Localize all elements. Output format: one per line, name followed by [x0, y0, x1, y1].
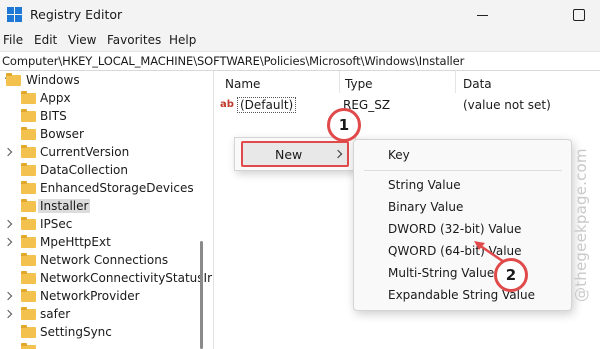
tree-node-label: Network Connections [40, 253, 169, 267]
menu-help[interactable]: Help [169, 33, 196, 47]
value-data: (value not set) [463, 98, 551, 112]
tree-node-ipsec[interactable]: IPSec [0, 216, 200, 234]
menu-favorites[interactable]: Favorites [107, 33, 161, 47]
tree-node-networkprovider[interactable]: NetworkProvider [0, 288, 200, 306]
menu-file[interactable]: File [3, 33, 23, 47]
tree-node-currentversion[interactable]: CurrentVersion [0, 144, 200, 162]
tree-node-label: CurrentVersion [40, 145, 130, 159]
window-title: Registry Editor [30, 7, 123, 22]
key-tree-pane[interactable]: Windows Appx BITS Bowser CurrentVersion … [0, 71, 214, 349]
tree-node-safer[interactable]: safer [0, 306, 200, 324]
folder-icon [21, 91, 36, 104]
column-separator[interactable] [339, 71, 340, 93]
menu-view[interactable]: View [68, 33, 96, 47]
column-separator[interactable] [455, 71, 456, 93]
tree-node-network-connections[interactable]: Network Connections [0, 252, 200, 270]
watermark: @thegeekpage.com [572, 148, 590, 302]
chevron-right-icon[interactable] [3, 147, 13, 157]
registry-editor-app-icon [7, 7, 23, 23]
tree-node-label: EnhancedStorageDevices [40, 181, 194, 195]
chevron-right-icon[interactable] [3, 237, 13, 247]
folder-icon [21, 145, 36, 158]
column-header-name[interactable]: Name [225, 77, 260, 91]
tree-node-installer[interactable]: Installer [0, 198, 200, 216]
tree-node-enhancedstoragedevices[interactable]: EnhancedStorageDevices [0, 180, 200, 198]
context-menu-new-label: New [275, 147, 303, 162]
folder-icon [21, 307, 36, 320]
step-2-callout: 2 [494, 258, 528, 292]
tree-node-label: Appx [40, 91, 71, 105]
tree-node-label: NetworkProvider [40, 289, 140, 303]
tree-node-label: BITS [40, 109, 67, 123]
chevron-right-icon[interactable] [3, 291, 13, 301]
new-submenu: Key String Value Binary Value DWORD (32-… [353, 139, 572, 311]
folder-icon [21, 109, 36, 122]
tree-node-bits[interactable]: BITS [0, 108, 200, 126]
tree-node-label: IPSec [40, 217, 73, 231]
tree-scrollbar[interactable] [200, 241, 203, 349]
folder-icon [21, 199, 36, 212]
address-path[interactable]: Computer\HKEY_LOCAL_MACHINE\SOFTWARE\Pol… [2, 54, 464, 68]
folder-icon [21, 217, 36, 230]
tree-node-settingsync[interactable]: SettingSync [0, 324, 200, 342]
menu-bar: File Edit View Favorites Help [0, 30, 600, 51]
tree-node-windows[interactable]: Windows [0, 72, 200, 90]
folder-icon [21, 289, 36, 302]
title-bar: Registry Editor [0, 0, 600, 30]
tree-node-label: safer [40, 307, 71, 321]
folder-icon [21, 127, 36, 140]
context-menu-new[interactable]: New [241, 141, 349, 167]
step-1-callout: 1 [327, 108, 361, 142]
tree-node-label: Bowser [40, 127, 84, 141]
folder-icon [21, 253, 36, 266]
tree-node-networkconnectivitystatus[interactable]: NetworkConnectivityStatusIr [0, 270, 212, 288]
string-value-icon: ab [220, 99, 234, 110]
minimize-button[interactable] [460, 0, 506, 30]
value-name[interactable]: (Default) [237, 97, 297, 113]
folder-icon [21, 343, 36, 349]
submenu-multi-string-value[interactable]: Multi-String Value [388, 266, 494, 280]
chevron-right-icon[interactable] [3, 219, 13, 229]
tree-node-label: DataCollection [40, 163, 129, 177]
submenu-dword-value[interactable]: DWORD (32-bit) Value [388, 222, 521, 236]
tree-node-mpehttpext[interactable]: MpeHttpExt [0, 234, 200, 252]
tree-node-label: Installer [38, 199, 91, 213]
tree-node-label: SettingSync [40, 325, 112, 339]
chevron-right-icon[interactable] [3, 309, 13, 319]
tree-node-partial[interactable] [0, 342, 200, 349]
context-menu: New [234, 137, 356, 171]
tree-node-label: NetworkConnectivityStatusIr [40, 271, 213, 285]
tree-node-bowser[interactable]: Bowser [0, 126, 200, 144]
folder-icon [21, 163, 36, 176]
value-row-default[interactable]: ab (Default) REG_SZ (value not set) [215, 95, 600, 114]
folder-icon [21, 271, 36, 284]
folder-icon [21, 235, 36, 248]
folder-icon [21, 181, 36, 194]
submenu-key[interactable]: Key [388, 148, 410, 162]
column-header-data[interactable]: Data [463, 77, 492, 91]
submenu-string-value[interactable]: String Value [388, 178, 461, 192]
column-header-type[interactable]: Type [345, 77, 373, 91]
folder-icon [6, 73, 21, 86]
maximize-button[interactable] [554, 0, 600, 30]
submenu-binary-value[interactable]: Binary Value [388, 200, 463, 214]
tree-node-label: Windows [26, 73, 80, 87]
tree-node-datacollection[interactable]: DataCollection [0, 162, 200, 180]
submenu-separator [364, 170, 562, 171]
folder-icon [21, 325, 36, 338]
address-bar[interactable]: Computer\HKEY_LOCAL_MACHINE\SOFTWARE\Pol… [0, 51, 600, 71]
menu-edit[interactable]: Edit [34, 33, 57, 47]
tree-node-appx[interactable]: Appx [0, 90, 200, 108]
chevron-right-icon [333, 149, 343, 159]
tree-node-label: MpeHttpExt [40, 235, 111, 249]
